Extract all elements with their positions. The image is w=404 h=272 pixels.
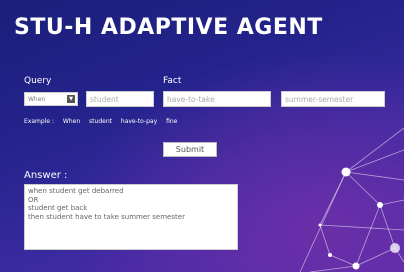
query-label: Query xyxy=(24,76,52,86)
answer-line: when student get debarred xyxy=(28,187,124,195)
answer-line: then student have to take summer semeste… xyxy=(28,212,185,221)
answer-line: OR xyxy=(28,195,39,204)
fact-label: Fact xyxy=(163,76,182,86)
example-word: student xyxy=(89,118,112,125)
answer-textarea[interactable]: when student get debarred OR student get… xyxy=(24,184,238,250)
answer-label: Answer : xyxy=(24,170,68,181)
fact-object-input[interactable]: summer-semester xyxy=(281,91,385,107)
chevron-down-icon: ▼ xyxy=(67,95,75,103)
page-title: STU-H ADAPTIVE AGENT xyxy=(14,15,323,40)
example-prefix: Example : xyxy=(24,118,54,125)
query-subject-input[interactable]: student xyxy=(86,91,154,107)
query-select[interactable]: When ▼ xyxy=(24,92,78,106)
example-word: have-to-pay xyxy=(120,118,158,125)
example-word: When xyxy=(62,118,81,125)
fact-predicate-input[interactable]: have-to-take xyxy=(163,91,271,107)
submit-button[interactable]: Submit xyxy=(163,142,217,157)
answer-line: student get back xyxy=(28,204,88,212)
example-word: fine xyxy=(166,118,178,125)
app-screen: STU-H ADAPTIVE AGENT Query Fact When ▼ s… xyxy=(0,0,404,272)
query-select-value: When xyxy=(28,96,46,103)
example-hint: Example : When student have-to-pay fine xyxy=(24,118,184,125)
